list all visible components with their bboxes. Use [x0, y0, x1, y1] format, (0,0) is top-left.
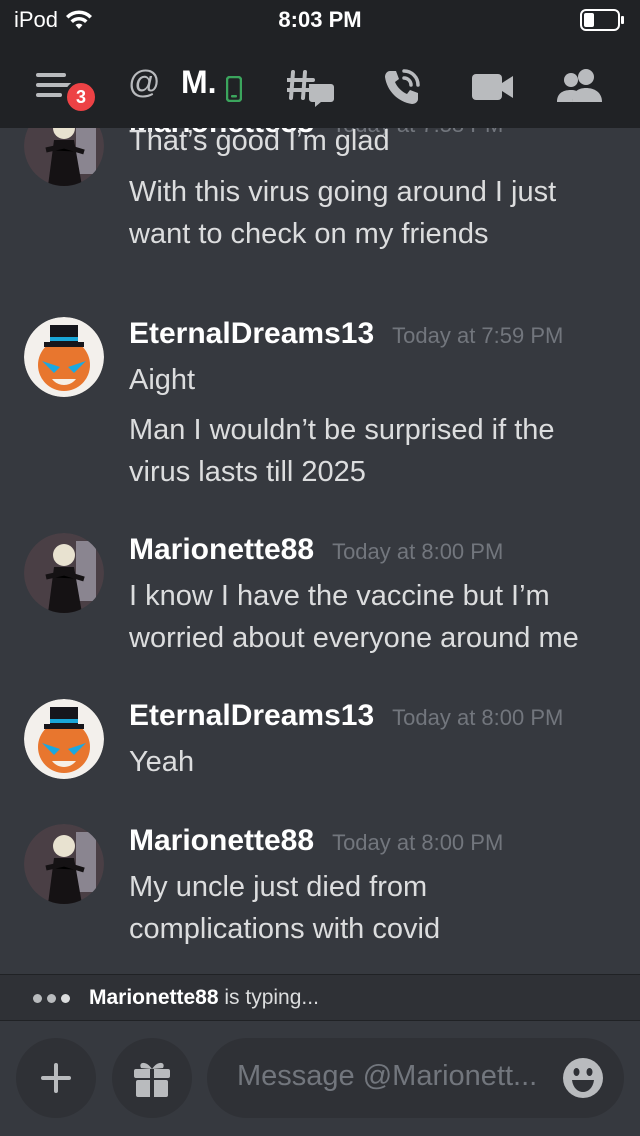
message-composer: Message @Marionett... — [0, 1021, 640, 1136]
avatar[interactable] — [24, 824, 104, 904]
message-text: With this virus going around I just — [129, 176, 557, 208]
at-icon: @ — [128, 64, 161, 100]
message-header: Marionette88 Today at 8:00 PM — [129, 824, 503, 858]
call-icon[interactable] — [382, 67, 422, 107]
avatar[interactable] — [24, 317, 104, 397]
message-placeholder: Message @Marionett... — [237, 1060, 538, 1092]
typing-user: Marionette88 — [89, 986, 219, 1009]
channel-header: 3 @ M. — [0, 42, 640, 128]
avatar[interactable] — [24, 128, 104, 186]
author-name[interactable]: Marionette88 — [129, 824, 314, 858]
message-text: worried about everyone around me — [129, 622, 579, 654]
message-list[interactable]: Marionette88 Today at 7:58 PM That’s goo… — [0, 128, 640, 974]
message-text: virus lasts till 2025 — [129, 456, 366, 488]
notification-badge: 3 — [64, 80, 98, 114]
dm-title[interactable]: M. — [181, 64, 217, 101]
message-text: complications with covid — [129, 913, 441, 945]
timestamp: Today at 8:00 PM — [392, 705, 564, 730]
message-input[interactable]: Message @Marionett... — [207, 1038, 624, 1118]
marionette-avatar-icon — [24, 533, 104, 613]
gift-button[interactable] — [112, 1038, 192, 1118]
message-header: Marionette88 Today at 8:00 PM — [129, 533, 503, 567]
timestamp: Today at 8:00 PM — [332, 830, 504, 855]
battery-icon — [580, 9, 624, 31]
emoji-icon[interactable] — [562, 1057, 604, 1099]
typing-suffix: is typing... — [218, 986, 319, 1009]
message-text: Yeah — [129, 746, 195, 778]
message-text: That’s good I’m glad — [129, 128, 390, 157]
message-header: EternalDreams13 Today at 8:00 PM — [129, 699, 563, 733]
timestamp: Today at 7:59 PM — [392, 323, 564, 348]
members-icon[interactable] — [556, 68, 604, 104]
message-header: EternalDreams13 Today at 7:59 PM — [129, 317, 563, 351]
avatar[interactable] — [24, 699, 104, 779]
message-text: I know I have the vaccine but I’m — [129, 580, 550, 612]
typing-text: Marionette88 is typing... — [89, 986, 319, 1010]
typing-dots-icon — [33, 994, 70, 1003]
author-name[interactable]: Marionette88 — [129, 533, 314, 567]
message-text: Aight — [129, 364, 196, 396]
message-text: My uncle just died from — [129, 871, 428, 903]
author-name[interactable]: EternalDreams13 — [129, 699, 374, 733]
threads-icon[interactable] — [287, 68, 335, 108]
eternaldreams-avatar-icon — [24, 699, 104, 779]
marionette-avatar-icon — [24, 128, 104, 186]
plus-icon — [41, 1063, 71, 1093]
typing-indicator: Marionette88 is typing... — [0, 974, 640, 1021]
add-attachment-button[interactable] — [16, 1038, 96, 1118]
author-name[interactable]: EternalDreams13 — [129, 317, 374, 351]
message-text: Man I wouldn’t be surprised if the — [129, 414, 555, 446]
status-bar: iPod 8:03 PM — [0, 0, 640, 42]
marionette-avatar-icon — [24, 824, 104, 904]
avatar[interactable] — [24, 533, 104, 613]
timestamp: Today at 8:00 PM — [332, 539, 504, 564]
mobile-online-icon — [226, 76, 242, 102]
eternaldreams-avatar-icon — [24, 317, 104, 397]
status-time: 8:03 PM — [278, 7, 362, 32]
video-icon[interactable] — [472, 72, 514, 102]
message-text: want to check on my friends — [129, 218, 489, 250]
gift-icon — [134, 1062, 170, 1097]
